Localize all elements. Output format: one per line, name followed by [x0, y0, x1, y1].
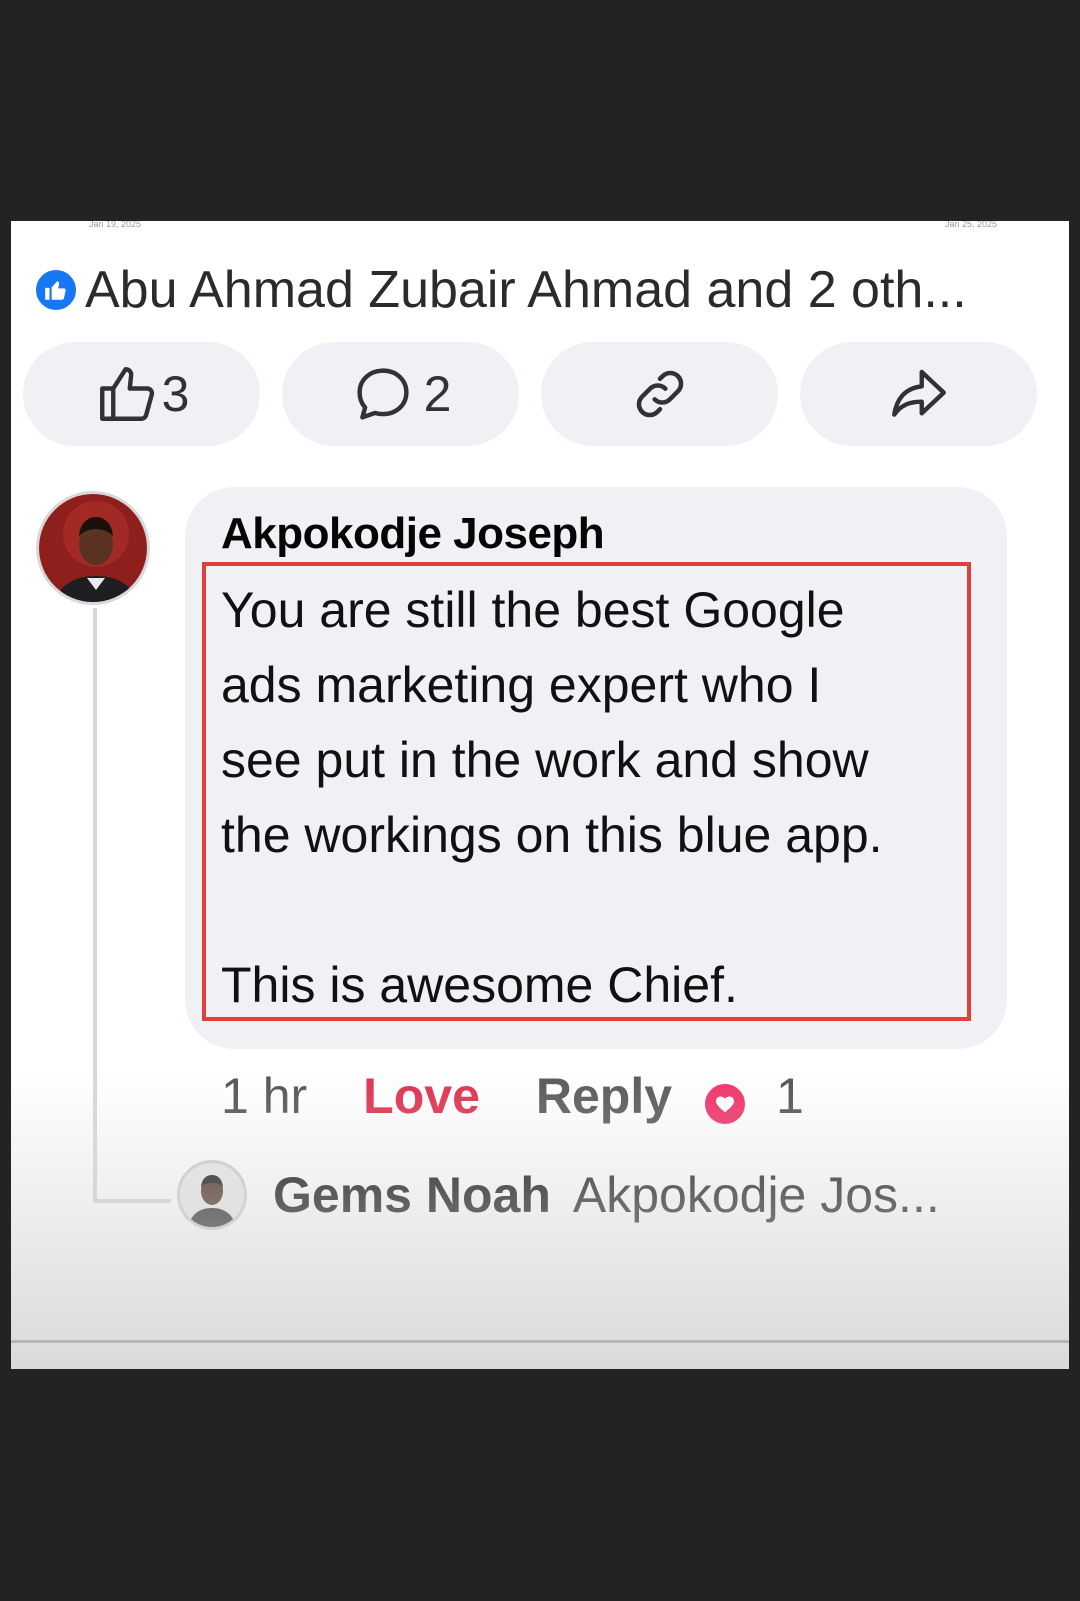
reply-preview[interactable]: Gems Noah Akpokodje Jos...	[177, 1159, 940, 1231]
like-icon	[33, 267, 79, 313]
thumbs-up-icon	[94, 361, 160, 427]
comment-button[interactable]: 2	[282, 342, 519, 446]
cropped-date-row: Jan 19, 2025 Jan 25, 2025	[11, 221, 1069, 233]
comment-line: This is awesome Chief.	[221, 957, 738, 1013]
reply-button[interactable]: Reply	[536, 1067, 672, 1125]
comment-line: see put in the work and show	[221, 732, 869, 788]
comment-icon	[350, 361, 416, 427]
love-count[interactable]: 1	[776, 1067, 804, 1125]
comment-line: You are still the best Google	[221, 582, 845, 638]
love-reaction-button[interactable]: Love	[363, 1067, 480, 1125]
thread-line	[93, 608, 97, 1203]
comment-actions: 1 hr Love Reply 1	[221, 1066, 804, 1127]
avatar[interactable]	[177, 1160, 247, 1230]
date-left: Jan 19, 2025	[89, 221, 142, 229]
like-button[interactable]: 3	[23, 342, 260, 446]
heart-icon[interactable]	[702, 1081, 749, 1127]
reply-snippet: Akpokodje Jos...	[572, 1167, 940, 1223]
copy-link-button[interactable]	[541, 342, 778, 446]
like-count: 3	[161, 366, 190, 422]
paragraph-break	[221, 873, 981, 948]
reaction-summary[interactable]: Abu Ahmad Zubair Ahmad and 2 oth...	[33, 261, 1063, 319]
comment-text: You are still the best Google ads market…	[221, 573, 981, 1023]
link-icon	[628, 362, 692, 426]
comment-line: the workings on this blue app.	[221, 807, 883, 863]
date-right: Jan 25, 2025	[944, 221, 997, 229]
comment-count: 2	[423, 366, 452, 422]
avatar[interactable]	[36, 491, 150, 605]
facebook-post-screenshot: Jan 19, 2025 Jan 25, 2025 Abu Ahmad Zuba…	[11, 221, 1069, 1369]
share-icon	[886, 361, 952, 427]
share-button[interactable]	[800, 342, 1037, 446]
comment-timestamp[interactable]: 1 hr	[221, 1067, 307, 1125]
reply-author[interactable]: Gems Noah	[273, 1166, 551, 1224]
thread-connector	[93, 1199, 171, 1203]
comment-author[interactable]: Akpokodje Joseph	[221, 509, 605, 559]
comment-line: ads marketing expert who I	[221, 657, 822, 713]
reaction-summary-text: Abu Ahmad Zubair Ahmad and 2 oth...	[85, 261, 967, 319]
divider	[11, 1340, 1069, 1343]
